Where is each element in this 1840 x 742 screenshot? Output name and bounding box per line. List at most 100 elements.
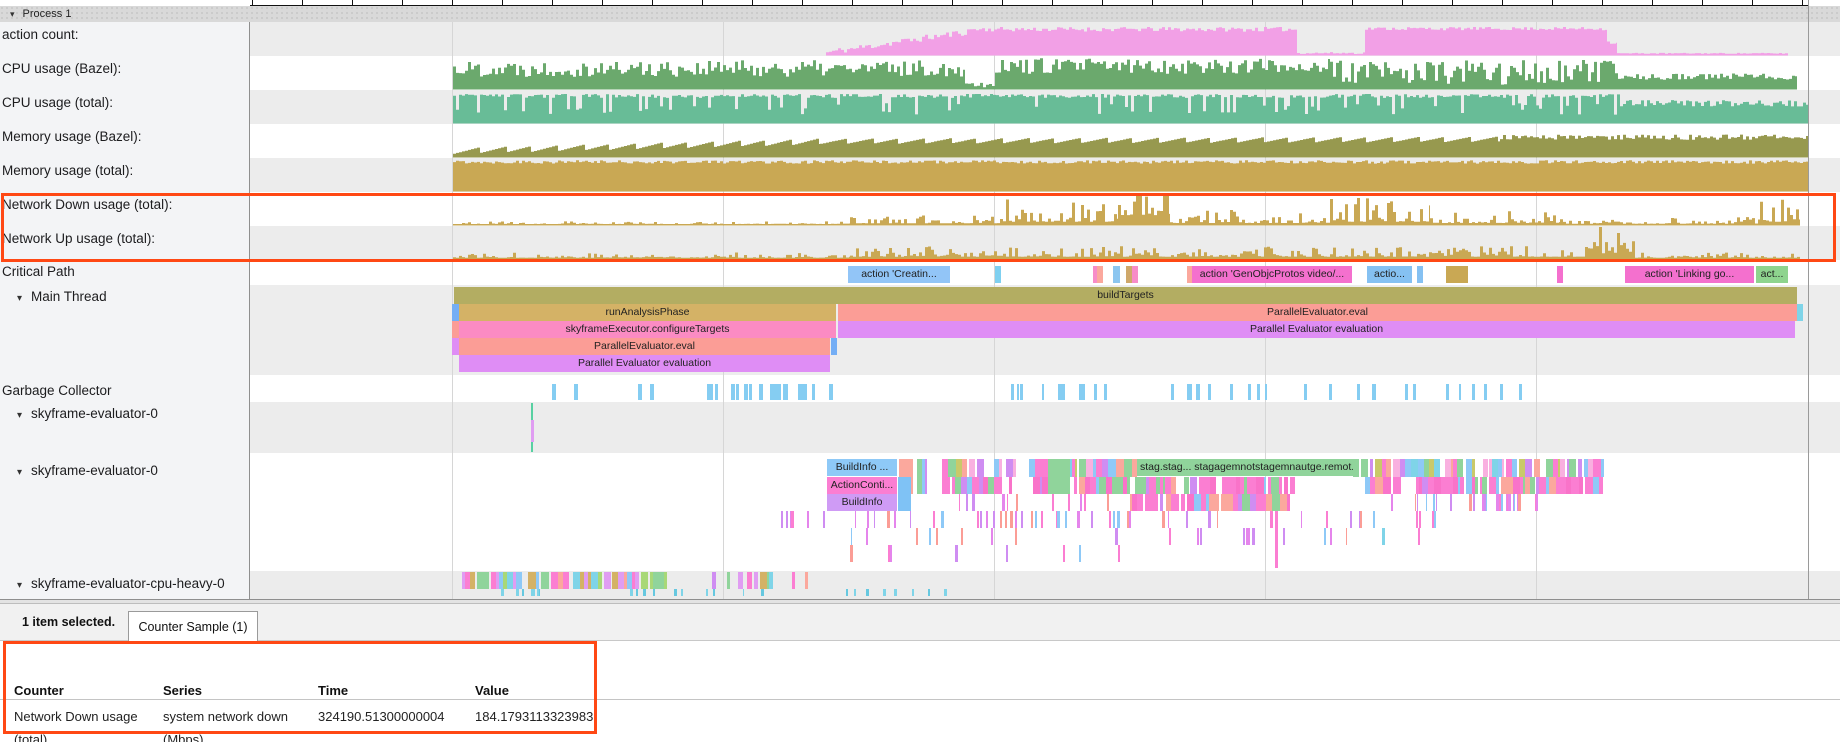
process-header[interactable]: ▾ Process 1 — [0, 6, 1840, 23]
trace-span-dense[interactable] — [612, 572, 619, 589]
trace-span-dense[interactable] — [1035, 459, 1042, 477]
trace-span-sliver[interactable] — [1417, 266, 1423, 283]
trace-span-dense[interactable] — [1033, 477, 1040, 494]
trace-span-dense[interactable] — [1375, 477, 1383, 494]
trace-stack-line[interactable] — [1063, 545, 1065, 562]
trace-span-dense[interactable] — [1099, 477, 1106, 494]
trace-span-dense[interactable] — [1393, 459, 1400, 477]
trace-stack-line[interactable] — [936, 528, 938, 545]
gc-tick[interactable] — [1062, 384, 1066, 400]
trace-stack-line[interactable] — [1514, 494, 1516, 511]
trace-span-dense[interactable] — [1525, 459, 1532, 477]
trace-stack-line[interactable] — [1350, 511, 1352, 528]
trace-stack-line[interactable] — [1002, 494, 1005, 511]
trace-span-sliver[interactable] — [1097, 266, 1103, 283]
trace-span-dense[interactable] — [1210, 477, 1217, 494]
trace-stack-line[interactable] — [991, 528, 993, 545]
trace-stack-line[interactable] — [1079, 545, 1081, 562]
gc-tick[interactable] — [1519, 384, 1522, 400]
trace-stack-line[interactable] — [1426, 494, 1428, 511]
trace-stack-line[interactable] — [959, 494, 961, 511]
counter-label[interactable]: Memory usage (Bazel): — [2, 129, 142, 144]
trace-stack-line[interactable] — [1536, 494, 1539, 511]
tab-counter-sample[interactable]: Counter Sample (1) — [128, 611, 258, 642]
gc-tick[interactable] — [1257, 384, 1260, 400]
trace-stack-line[interactable] — [1109, 511, 1111, 528]
trace-span-sliver[interactable] — [452, 321, 459, 338]
trace-stack-line[interactable] — [855, 511, 857, 528]
trace-stack-line[interactable] — [977, 511, 979, 528]
gc-tick[interactable] — [1020, 384, 1022, 400]
trace-stack-line[interactable] — [1270, 511, 1273, 528]
trace-span-dense[interactable] — [1272, 494, 1280, 511]
trace-stack-line[interactable] — [1118, 545, 1120, 562]
trace-span-dense[interactable] — [754, 572, 758, 589]
trace-stack-line[interactable] — [1065, 511, 1067, 528]
gc-tick[interactable] — [1248, 384, 1252, 400]
gc-tick[interactable] — [1187, 384, 1191, 400]
trace-stack-line[interactable] — [743, 589, 745, 596]
trace-stack-line[interactable] — [894, 511, 896, 528]
trace-stack-line[interactable] — [653, 589, 655, 596]
gc-tick[interactable] — [1017, 384, 1019, 400]
trace-stack-line[interactable] — [1005, 511, 1007, 528]
gc-tick[interactable] — [831, 384, 833, 400]
gc-tick[interactable] — [1304, 384, 1307, 400]
trace-span-sliver[interactable] — [1797, 304, 1803, 321]
trace-stack-line[interactable] — [1416, 511, 1418, 528]
trace-span-dense[interactable] — [1006, 459, 1014, 477]
trace-span[interactable]: stag.stag... stagagemnotstagemnautge.rem… — [1137, 459, 1353, 476]
trace-span-dense[interactable] — [1512, 459, 1517, 477]
counter-chart[interactable] — [250, 158, 1840, 192]
trace-stack-line[interactable] — [1417, 494, 1419, 511]
counter-chart[interactable] — [250, 90, 1840, 124]
trace-stack-line[interactable] — [912, 589, 914, 596]
trace-stack-line[interactable] — [933, 511, 935, 528]
trace-stack-line[interactable] — [941, 511, 944, 528]
trace-span-dense[interactable] — [1271, 477, 1279, 494]
trace-stack-line[interactable] — [929, 528, 931, 545]
trace-span-dense[interactable] — [635, 572, 640, 589]
gc-tick[interactable] — [1500, 384, 1502, 400]
trace-span-dense[interactable] — [1370, 459, 1374, 477]
trace-stack-line[interactable] — [1084, 494, 1086, 511]
gc-tick[interactable] — [1329, 384, 1332, 400]
trace-stack-line[interactable] — [1115, 528, 1118, 545]
trace-stack-line[interactable] — [1433, 494, 1435, 511]
trace-stack-line[interactable] — [1041, 511, 1043, 528]
gc-tick[interactable] — [1230, 384, 1233, 400]
trace-span[interactable]: skyframeExecutor.configureTargets — [459, 321, 836, 338]
trace-span-dense[interactable] — [541, 572, 549, 589]
trace-stack-line[interactable] — [1015, 511, 1018, 528]
gc-tick[interactable] — [1094, 384, 1096, 400]
trace-span-dense[interactable] — [1112, 477, 1119, 494]
trace-stack-line[interactable] — [1015, 528, 1017, 545]
trace-stack-line[interactable] — [1091, 511, 1093, 528]
trace-span-sliver[interactable] — [531, 420, 534, 442]
trace-span[interactable]: action 'GenObjcProtos video/... — [1192, 266, 1352, 283]
trace-stack-line[interactable] — [1035, 511, 1037, 528]
gc-tick[interactable] — [1265, 384, 1267, 400]
sidebar-item-skyframe-evaluator-cpu-heavy-0[interactable]: ▾skyframe-evaluator-cpu-heavy-0 — [2, 576, 225, 591]
gc-tick[interactable] — [552, 384, 556, 400]
trace-stack-line[interactable] — [866, 528, 869, 545]
trace-span-dense[interactable] — [1393, 477, 1401, 494]
trace-stack-line[interactable] — [1057, 511, 1060, 528]
trace-stack-line[interactable] — [993, 511, 995, 528]
trace-span-dense[interactable] — [1074, 477, 1077, 494]
gc-tick[interactable] — [812, 384, 815, 400]
trace-stack-line[interactable] — [851, 528, 853, 545]
trace-span-dense[interactable] — [1569, 459, 1576, 477]
trace-span-dense[interactable] — [1013, 459, 1015, 477]
trace-span-dense[interactable] — [536, 572, 539, 589]
trace-span-sliver[interactable] — [792, 572, 795, 589]
trace-span[interactable]: actio... — [1367, 266, 1412, 283]
trace-span-dense[interactable] — [641, 572, 647, 589]
trace-span-dense[interactable] — [1137, 494, 1142, 511]
gc-tick[interactable] — [804, 384, 808, 400]
trace-stack-line[interactable] — [807, 511, 810, 528]
trace-stack-line[interactable] — [850, 545, 853, 562]
trace-span-dense[interactable] — [942, 477, 950, 494]
trace-span-dense[interactable] — [1108, 459, 1116, 477]
trace-stack-line[interactable] — [1031, 511, 1033, 528]
